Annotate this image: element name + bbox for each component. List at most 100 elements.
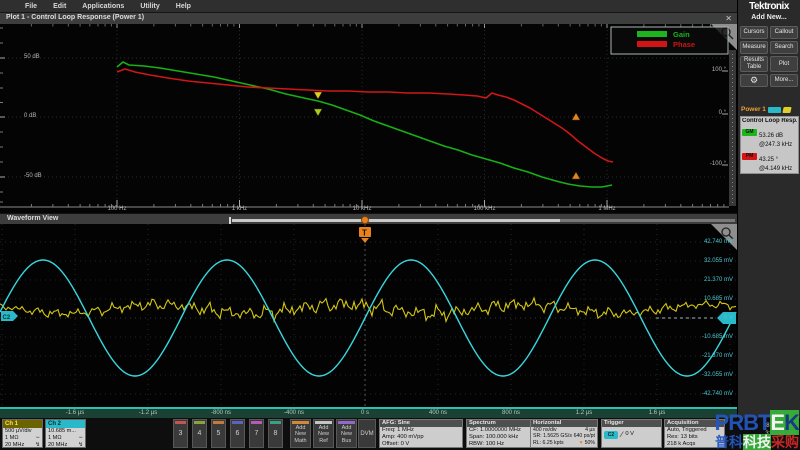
gain-axis-label: 50 dB: [24, 54, 40, 60]
channel-color-stripe: [270, 421, 281, 424]
search-button[interactable]: Search: [770, 41, 798, 54]
gear-icon-button[interactable]: ⚙: [740, 74, 768, 87]
ch2-ground-badge[interactable]: C2: [1, 311, 18, 321]
horizontal-scrollbar[interactable]: [229, 216, 735, 224]
time-axis-label: -800 ns: [210, 410, 232, 416]
afg-line: Freq: 1 MHz: [382, 427, 414, 433]
plot1-title-bar[interactable]: Plot 1 - Control Loop Response (Power 1)…: [0, 12, 737, 24]
power1-badge[interactable]: Power 1: [741, 106, 792, 113]
add-button-label: Add New Bus: [340, 425, 352, 444]
frequency-axis-label: 100 Hz: [107, 206, 127, 212]
menu-help[interactable]: Help: [176, 3, 191, 10]
phase-curve: [116, 68, 614, 163]
voltage-axis-label: 0 V: [723, 315, 733, 321]
rising-edge-icon: ∕: [621, 430, 623, 439]
add-new-label: Add New...: [751, 14, 787, 21]
phase-axis-label: -100 °: [709, 161, 726, 167]
channel5-button[interactable]: 5: [211, 419, 226, 448]
trigger-source-chip: C2: [604, 431, 618, 439]
channel2-bandwidth: 20 MHz: [48, 441, 68, 448]
channel1-badge[interactable]: Ch 1 500 µV/div 1 MΩ ∼ 20 MHz ↯: [2, 419, 43, 448]
results-table-button[interactable]: Results Table: [740, 56, 768, 72]
right-sidebar: Tektronix Add New... Cursors Callout Measu…: [737, 0, 800, 418]
control-loop-results-badge[interactable]: Control Loop Resp... GM53.26 dB @247.3 kH…: [740, 116, 799, 175]
close-icon[interactable]: ✕: [725, 14, 732, 23]
results-row: PM43.25 ° @4.149 kHz: [742, 149, 797, 172]
channel3-button[interactable]: 3: [173, 419, 188, 448]
spectrum-line: Span: 100.000 kHz: [469, 434, 519, 441]
callout-button[interactable]: Callout: [770, 26, 798, 39]
time-axis-label: -1.2 µs: [138, 410, 158, 416]
measurement-marker-icon[interactable]: [313, 108, 323, 117]
frequency-axis-label: 10 kHz: [352, 206, 372, 212]
channel6-button[interactable]: 6: [230, 419, 245, 448]
trigger-badge[interactable]: Trigger C2 ∕ 0 V: [601, 419, 662, 448]
trigger-title: Trigger: [602, 420, 661, 427]
bottom-toolbar: Ch 1 500 µV/div 1 MΩ ∼ 20 MHz ↯ Ch 2 10.68…: [0, 418, 800, 450]
trigger-position-marker[interactable]: T: [359, 227, 371, 243]
bode-plot-canvas: GainPhase: [0, 24, 737, 208]
expansion-point-marker[interactable]: [361, 216, 369, 224]
channel1-name: Ch 1: [3, 420, 42, 428]
spectrum-line: RBW: 100 Hz: [469, 441, 505, 448]
svg-text:Phase: Phase: [673, 40, 695, 49]
measurement-marker-icon[interactable]: [313, 91, 323, 100]
spectrum-badge[interactable]: Spectrum CF: 1.0000000 MHz Span: 100.000 …: [466, 419, 537, 448]
results-rows: GM53.26 dB @247.3 kHz PM43.25 ° @4.149 kHz: [742, 125, 797, 172]
svg-text:Gain: Gain: [673, 30, 690, 39]
channel8-button[interactable]: 8: [268, 419, 283, 448]
waveform-area: C2 T 42.740 mV 32.055 mV 21.370 mV 10.685 mV…: [0, 224, 737, 407]
menu-utility[interactable]: Utility: [140, 3, 159, 10]
expand-corner-icon[interactable]: [711, 224, 737, 250]
bode-plot: Gain Phase 50 dB 0 dB -50 dB 100 ° 0 ° -100 ° 1…: [0, 24, 737, 213]
add-button-label: Add New Ref: [317, 425, 329, 444]
measurement-value: 43.25 °: [759, 157, 779, 164]
cursors-button[interactable]: Cursors: [740, 26, 768, 39]
waveform-view-title: Waveform View: [7, 215, 59, 222]
time-axis-label: 1.2 µs: [575, 410, 593, 416]
watermark-brand: PRBT: [714, 410, 772, 435]
horizontal-value-left: RL: 6.25 kpts: [533, 439, 564, 446]
waveform-view-title-bar[interactable]: Waveform View: [0, 213, 737, 224]
afg-badge[interactable]: AFG: Sine Freq: 1 MHz Amp: 400 mVpp Offset…: [379, 419, 463, 448]
add-new-bus-button[interactable]: Add New Bus: [336, 419, 357, 448]
plot-button[interactable]: Plot: [770, 56, 798, 72]
horizontal-title: Horizontal: [531, 420, 597, 427]
add-new-ref-button[interactable]: Add New Ref: [313, 419, 334, 448]
more-button[interactable]: More...: [770, 74, 798, 87]
afg-line: Amp: 400 mVpp: [382, 434, 424, 441]
channel1-bandwidth: 20 MHz: [5, 441, 25, 448]
oscilloscope-app: File Edit Applications Utility Help Plot 1 -…: [0, 0, 800, 450]
channel4-button[interactable]: 4: [192, 419, 207, 448]
menu-edit[interactable]: Edit: [53, 3, 66, 10]
scrollbar-endcap: [229, 217, 231, 224]
channel1-impedance: 1 MΩ: [5, 434, 19, 441]
time-axis-label: 0 s: [360, 410, 370, 416]
measure-button[interactable]: Measure: [740, 41, 768, 54]
button-color-stripe: [292, 421, 309, 424]
measurement-marker-icon[interactable]: [571, 112, 581, 121]
measurement-frequency: @247.3 kHz: [759, 141, 793, 148]
time-axis-label: 400 ns: [428, 410, 448, 416]
channel-buttons: 3 4 5 6 7 8: [173, 419, 283, 448]
horizontal-value-right: ▼50%: [578, 439, 595, 446]
channel7-button[interactable]: 7: [249, 419, 264, 448]
gain-axis-label: 0 dB: [24, 113, 37, 119]
menu-file[interactable]: File: [25, 3, 37, 10]
dvm-button[interactable]: DVM: [358, 419, 376, 448]
voltage-axis-label: -32.055 mV: [701, 372, 733, 378]
spectrum-title: Spectrum: [467, 420, 536, 427]
voltage-axis-label: 42.740 mV: [703, 239, 733, 245]
channel2-badge[interactable]: Ch 2 10.685 m... 1 MΩ ∼ 20 MHz ↯: [45, 419, 86, 448]
voltage-axis-label: 21.370 mV: [703, 277, 733, 283]
results-row: GM53.26 dB @247.3 kHz: [742, 125, 797, 148]
menu-applications[interactable]: Applications: [82, 3, 124, 10]
horizontal-badge[interactable]: Horizontal 400 ns/div 4 µs SR: 1.5625 GS/s…: [530, 419, 598, 448]
channel-color-stripe: [251, 421, 262, 424]
voltage-axis-label: -42.740 mV: [701, 391, 733, 397]
channel-button-label: 3: [178, 430, 183, 437]
add-new-math-button[interactable]: Add New Math: [290, 419, 311, 448]
power1-label: Power 1: [741, 106, 766, 113]
scrollbar-visible-range: [232, 219, 560, 222]
measurement-marker-icon[interactable]: [571, 171, 581, 180]
